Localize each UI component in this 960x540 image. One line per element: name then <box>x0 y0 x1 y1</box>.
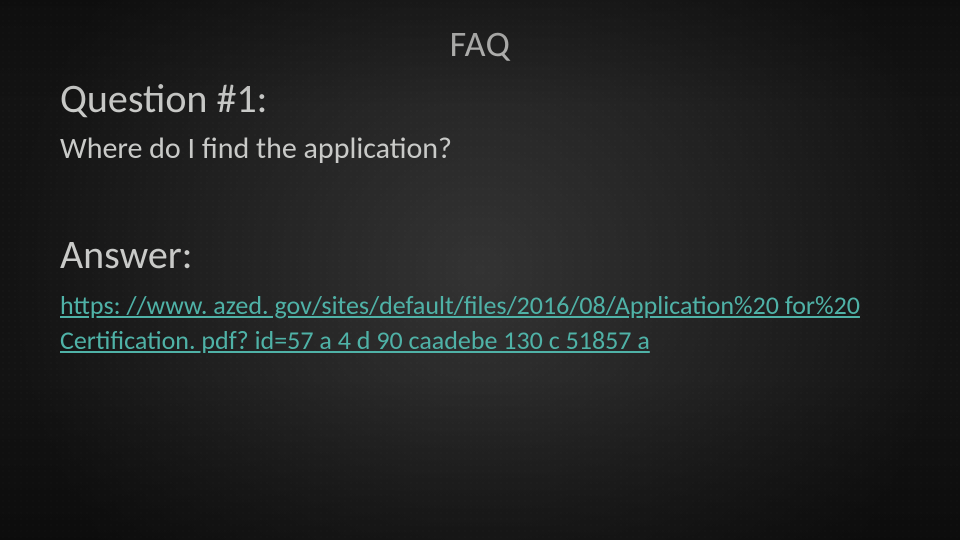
answer-heading: Answer: <box>60 230 192 279</box>
page-title: FAQ <box>0 22 960 66</box>
answer-link[interactable]: https: //www. azed. gov/sites/default/fi… <box>60 288 900 358</box>
question-heading: Question #1: <box>60 74 267 123</box>
faq-slide: FAQ Question #1: Where do I find the app… <box>0 0 960 540</box>
question-text: Where do I find the application? <box>60 130 452 167</box>
